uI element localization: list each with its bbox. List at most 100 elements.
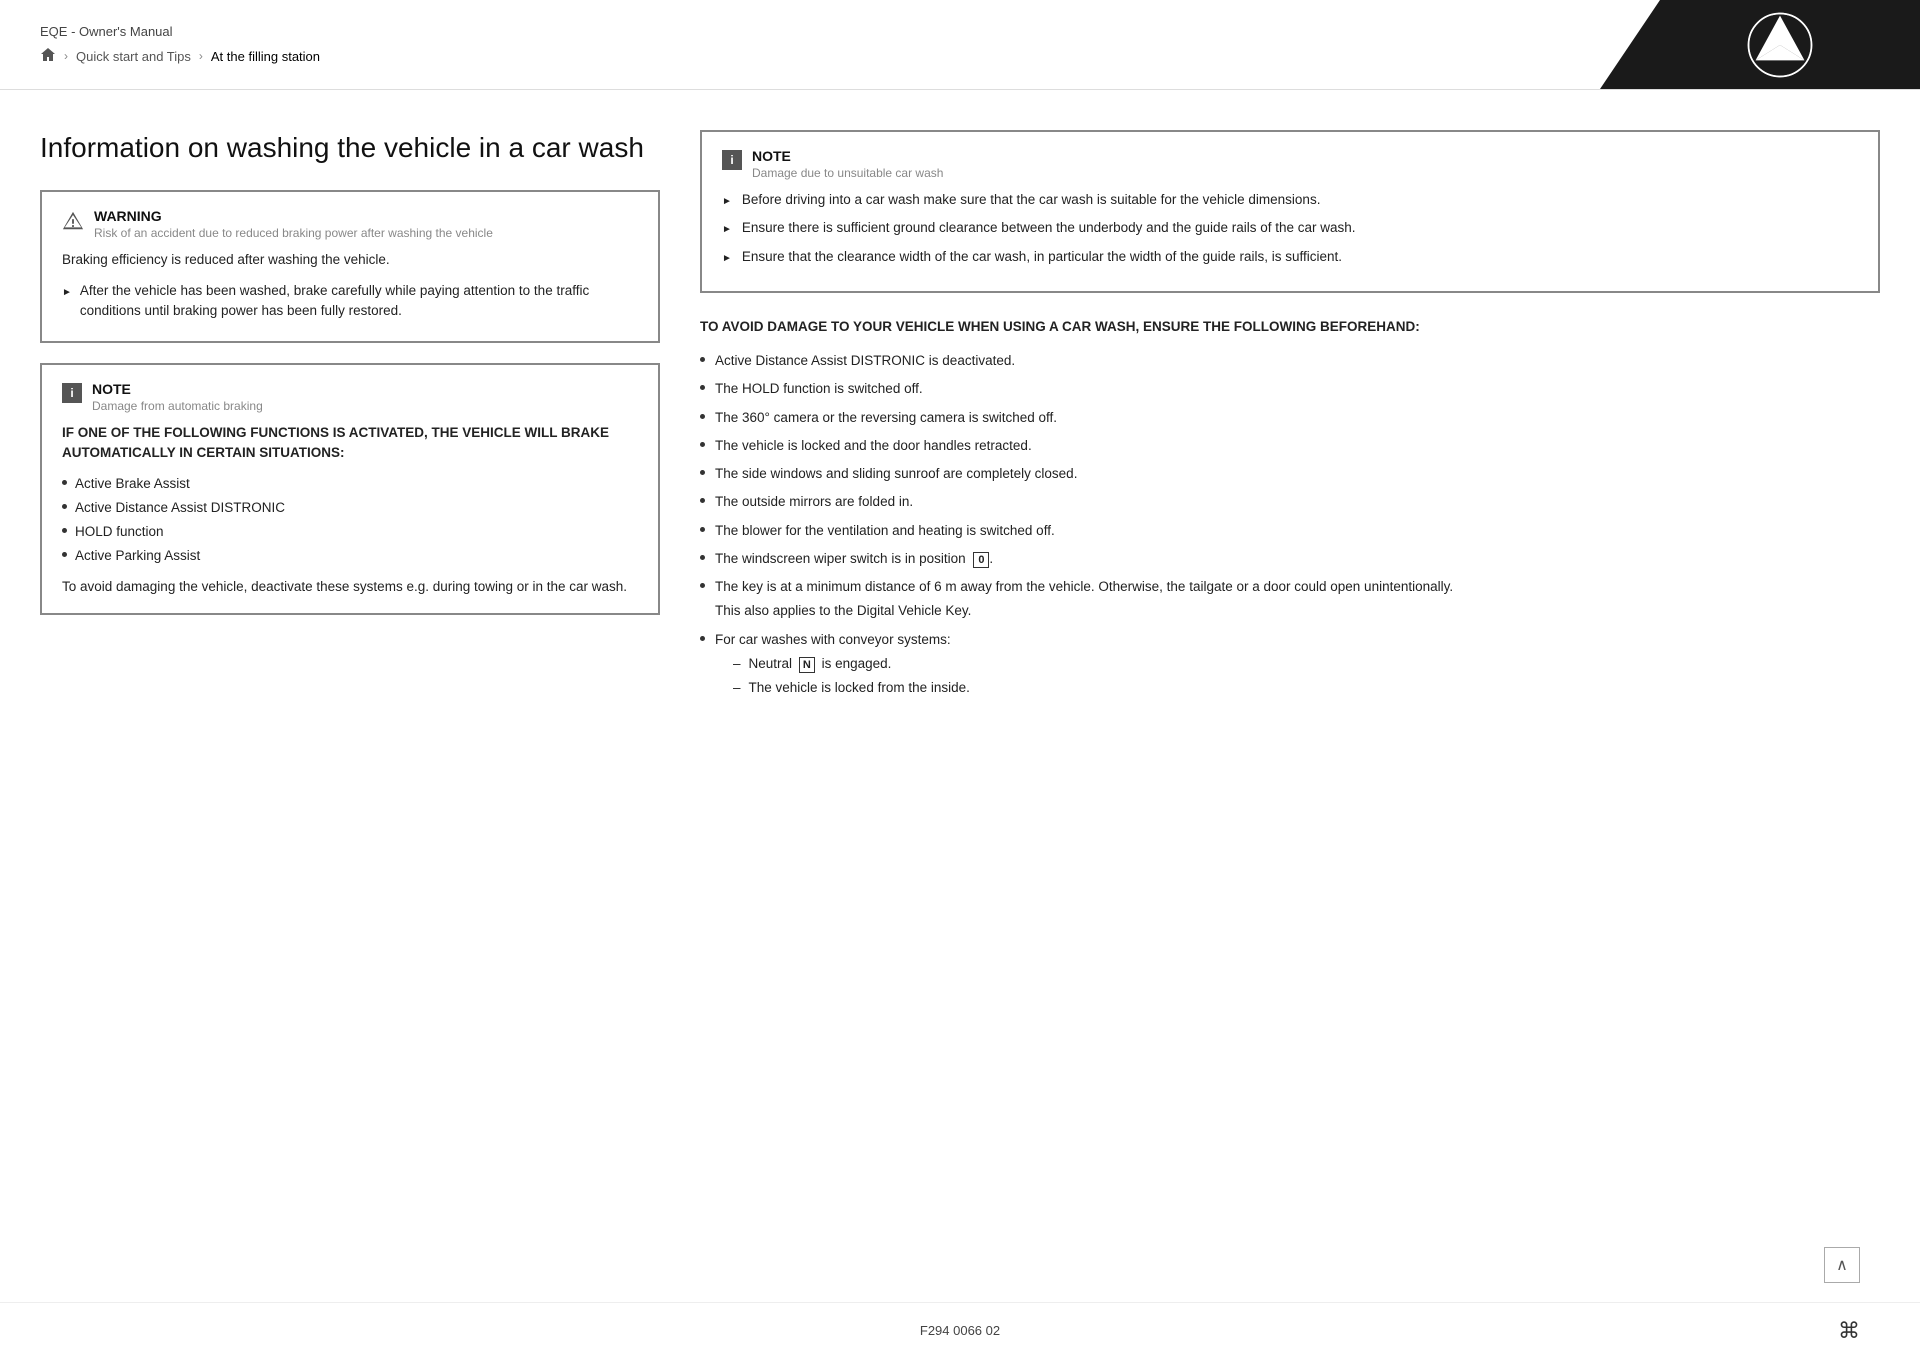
list-item: The HOLD function is switched off. [700,379,1880,399]
dot-bullet [700,442,705,447]
dot-bullet [700,583,705,588]
dot-bullet [700,385,705,390]
avoid-section: TO AVOID DAMAGE TO YOUR VEHICLE WHEN USI… [700,317,1880,703]
list-item: The 360° camera or the reversing camera … [700,408,1880,428]
dot-bullet [700,357,705,362]
manual-title: EQE - Owner's Manual [40,24,1560,39]
note-box-1-header: i NOTE Damage from automatic braking [62,381,638,413]
note-1-item-4: Active Parking Assist [75,546,200,566]
right-note-subtitle: Damage due to unsuitable car wash [752,166,943,180]
list-item: The blower for the ventilation and heati… [700,521,1880,541]
avoid-item-5: The side windows and sliding sunroof are… [715,464,1077,484]
avoid-item-10-group: For car washes with conveyor systems: – … [715,630,970,703]
arrow-bullet: ► [722,222,732,238]
note-1-bold: IF ONE OF THE FOLLOWING FUNCTIONS IS ACT… [62,423,638,464]
right-note-item-1: Before driving into a car wash make sure… [742,190,1321,210]
list-item: Active Distance Assist DISTRONIC [62,498,638,518]
warning-list-item-1: After the vehicle has been washed, brake… [80,281,638,322]
list-item: ► Ensure there is sufficient ground clea… [722,218,1858,238]
right-note-box-header: i NOTE Damage due to unsuitable car wash [722,148,1858,180]
warning-icon [62,210,84,232]
list-item: The windscreen wiper switch is in positi… [700,549,1880,569]
sub-item-2: The vehicle is locked from the inside. [749,678,970,698]
avoid-item-9-sub: This also applies to the Digital Vehicle… [715,601,1453,621]
note-1-item-3: HOLD function [75,522,164,542]
right-note-list: ► Before driving into a car wash make su… [722,190,1858,267]
dot-bullet [700,470,705,475]
avoid-item-6: The outside mirrors are folded in. [715,492,913,512]
footer-code: F294 0066 02 [920,1323,1000,1338]
mercedes-logo [1745,10,1815,80]
breadcrumb-sep-1: › [64,49,68,63]
arrow-bullet: ► [62,285,72,322]
warning-box-header: WARNING Risk of an accident due to reduc… [62,208,638,240]
list-item: Active Brake Assist [62,474,638,494]
list-item: Active Distance Assist DISTRONIC is deac… [700,351,1880,371]
dot-bullet [700,555,705,560]
dash-bullet: – [733,678,741,698]
warning-subtitle: Risk of an accident due to reduced braki… [94,226,493,240]
note-icon-2: i [722,150,742,170]
dot-bullet [62,504,67,509]
dot-bullet [700,498,705,503]
avoid-item-9-group: The key is at a minimum distance of 6 m … [715,577,1453,622]
breadcrumb: › Quick start and Tips › At the filling … [40,47,1560,66]
dot-bullet [62,480,67,485]
warning-list: ► After the vehicle has been washed, bra… [62,281,638,322]
list-item: Active Parking Assist [62,546,638,566]
breadcrumb-sep-2: › [199,49,203,63]
right-note-item-3: Ensure that the clearance width of the c… [742,247,1342,267]
list-item: The key is at a minimum distance of 6 m … [700,577,1880,622]
note-1-title: NOTE [92,381,263,397]
home-icon[interactable] [40,47,56,66]
avoid-item-8: The windscreen wiper switch is in positi… [715,549,993,569]
scroll-area: ∧ [0,1242,1920,1302]
page-title: Information on washing the vehicle in a … [40,130,660,166]
header-left: EQE - Owner's Manual › Quick start and T… [0,0,1600,89]
note-1-subtitle: Damage from automatic braking [92,399,263,413]
dot-bullet [700,636,705,641]
warning-title: WARNING [94,208,493,224]
list-item: ► After the vehicle has been washed, bra… [62,281,638,322]
avoid-item-3: The 360° camera or the reversing camera … [715,408,1057,428]
sub-item-1: Neutral N is engaged. [749,654,892,674]
right-note-box: i NOTE Damage due to unsuitable car wash… [700,130,1880,293]
arrow-bullet: ► [722,194,732,210]
header: EQE - Owner's Manual › Quick start and T… [0,0,1920,90]
note-1-footer: To avoid damaging the vehicle, deactivat… [62,577,638,597]
right-note-title-area: NOTE Damage due to unsuitable car wash [752,148,943,180]
avoid-list: Active Distance Assist DISTRONIC is deac… [700,351,1880,702]
list-item: HOLD function [62,522,638,542]
wiper-position-box: 0 [973,552,989,568]
neutral-box: N [799,657,815,673]
left-column: Information on washing the vehicle in a … [40,130,660,1222]
header-logo-area [1600,0,1920,89]
list-item: The outside mirrors are folded in. [700,492,1880,512]
list-item: ► Ensure that the clearance width of the… [722,247,1858,267]
page-wrapper: EQE - Owner's Manual › Quick start and T… [0,0,1920,1358]
right-note-item-2: Ensure there is sufficient ground cleara… [742,218,1356,238]
breadcrumb-current: At the filling station [211,49,320,64]
warning-body: Braking efficiency is reduced after wash… [62,250,638,270]
sub-list: – Neutral N is engaged. – The ve [733,654,970,699]
dot-bullet [700,527,705,532]
avoid-item-2: The HOLD function is switched off. [715,379,923,399]
footer: F294 0066 02 ⌘ [0,1302,1920,1358]
warning-box: WARNING Risk of an accident due to reduc… [40,190,660,343]
arrow-bullet: ► [722,251,732,267]
content-area: Information on washing the vehicle in a … [0,90,1920,1242]
note-1-item-2: Active Distance Assist DISTRONIC [75,498,285,518]
avoid-item-10: For car washes with conveyor systems: [715,632,951,647]
note-icon-1: i [62,383,82,403]
scroll-up-button[interactable]: ∧ [1824,1247,1860,1283]
sub-list-item: – Neutral N is engaged. [733,654,970,674]
dash-bullet: – [733,654,741,674]
warning-box-title-area: WARNING Risk of an accident due to reduc… [94,208,493,240]
list-item: The vehicle is locked and the door handl… [700,436,1880,456]
note-1-item-1: Active Brake Assist [75,474,190,494]
avoid-item-9: The key is at a minimum distance of 6 m … [715,579,1453,594]
right-note-title: NOTE [752,148,943,164]
avoid-item-4: The vehicle is locked and the door handl… [715,436,1032,456]
note-1-list: Active Brake Assist Active Distance Assi… [62,474,638,567]
breadcrumb-item-1[interactable]: Quick start and Tips [76,49,191,64]
